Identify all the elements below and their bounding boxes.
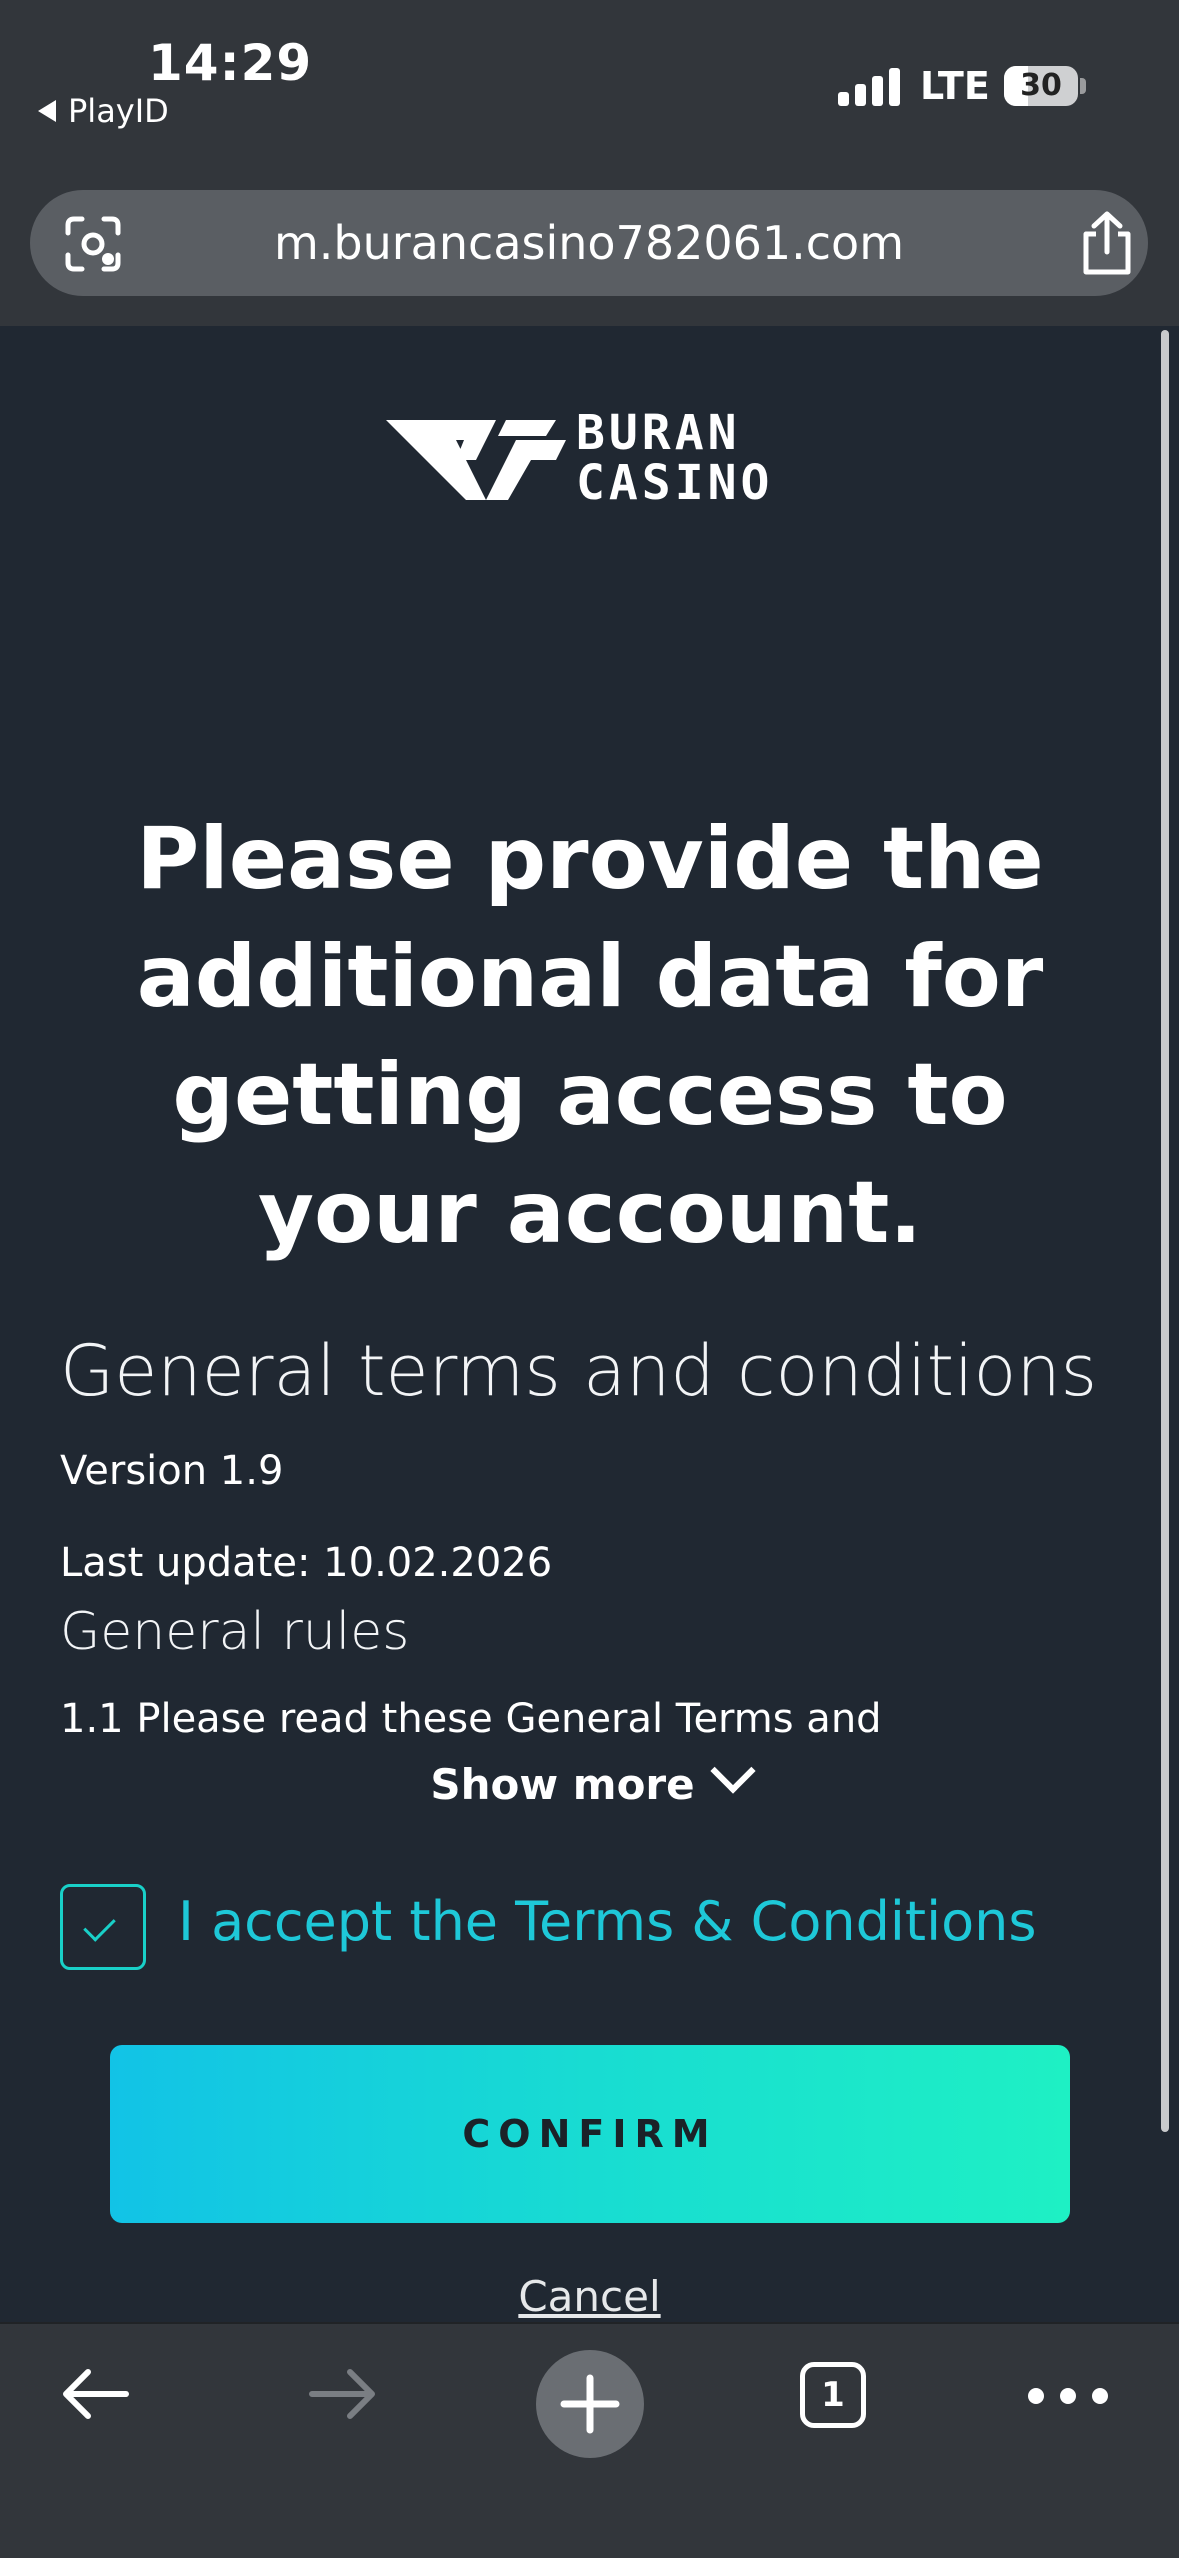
forward-arrow-icon[interactable] <box>302 2354 382 2434</box>
page-scrollbar[interactable] <box>1161 330 1169 2132</box>
share-icon[interactable] <box>1076 210 1138 276</box>
terms-version: Version 1.9 <box>60 1448 284 1494</box>
checkmark-icon <box>83 1909 116 1942</box>
battery-level: 30 <box>1020 68 1062 103</box>
address-bar[interactable]: m.burancasino782061.com <box>30 190 1148 296</box>
browser-bottom-toolbar: 1 <box>0 2322 1179 2558</box>
status-time: 14:29 <box>148 34 313 92</box>
cancel-link[interactable]: Cancel <box>0 2272 1179 2321</box>
terms-title: General terms and conditions <box>60 1330 1098 1412</box>
logo-line-1: BURAN <box>576 405 741 461</box>
chevron-down-icon <box>709 1748 756 1794</box>
back-to-app-link[interactable]: PlayID <box>38 92 169 130</box>
confirm-button[interactable]: CONFIRM <box>110 2045 1070 2223</box>
accept-terms-checkbox[interactable] <box>60 1884 146 1970</box>
show-more-button[interactable]: Show more <box>0 1748 1179 1809</box>
tabs-button[interactable]: 1 <box>800 2362 866 2428</box>
plus-icon <box>560 2374 620 2434</box>
terms-last-update: Last update: 10.02.2026 <box>60 1540 553 1586</box>
network-type: LTE <box>920 64 990 108</box>
rules-title: General rules <box>60 1602 410 1662</box>
new-tab-button[interactable] <box>536 2350 644 2458</box>
logo-text: BURAN CASINO <box>576 408 773 508</box>
url-text: m.burancasino782061.com <box>273 216 905 270</box>
back-triangle-icon <box>38 100 56 122</box>
back-arrow-icon[interactable] <box>56 2354 136 2434</box>
battery-icon: 30 <box>1004 66 1078 106</box>
rule-1-excerpt: 1.1 Please read these General Terms and <box>60 1696 882 1742</box>
back-app-label: PlayID <box>68 92 169 130</box>
show-more-label: Show more <box>430 1760 695 1809</box>
cellular-signal-icon <box>838 68 900 106</box>
battery-cap <box>1080 78 1086 94</box>
more-dots-icon[interactable] <box>1022 2354 1142 2434</box>
accept-terms-label[interactable]: I accept the Terms & Conditions <box>178 1890 1036 1953</box>
browser-top-chrome: 14:29 PlayID LTE 30 m.burancasino782061.… <box>0 0 1179 326</box>
logo-line-2: CASINO <box>576 455 774 511</box>
page-headline: Please provide the additional data for g… <box>136 809 1044 1263</box>
